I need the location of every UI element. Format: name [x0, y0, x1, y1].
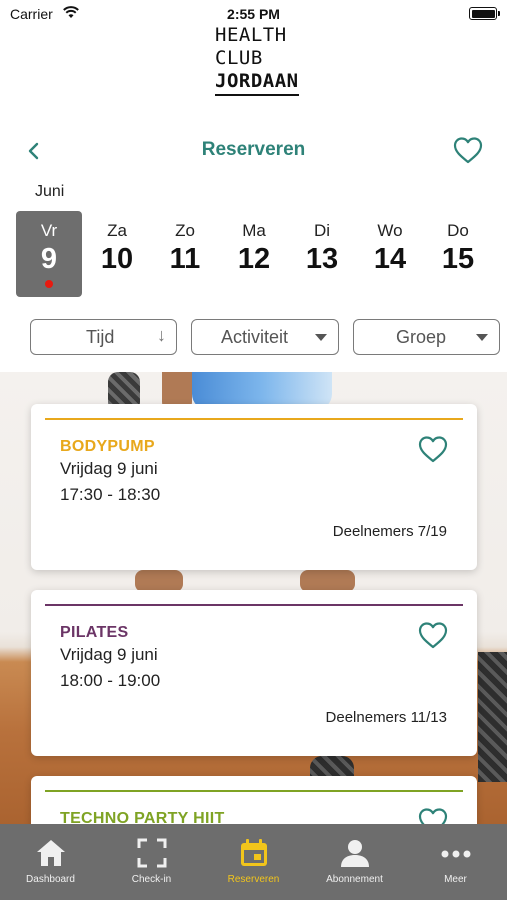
day-sun-11[interactable]: Zo 11 — [152, 211, 218, 297]
more-icon — [441, 850, 471, 858]
scan-icon — [137, 838, 167, 868]
day-tue-13[interactable]: Di 13 — [289, 211, 355, 297]
tab-label: Reserveren — [227, 874, 280, 885]
today-indicator-dot — [45, 280, 53, 288]
class-card-bodypump[interactable]: BODYPUMP Vrijdag 9 juni 17:30 - 18:30 De… — [31, 404, 477, 570]
logo-line-1: HEALTH — [215, 24, 287, 46]
heart-icon — [418, 622, 448, 649]
tab-label: Check-in — [131, 874, 172, 885]
class-time: 18:00 - 19:00 — [60, 671, 161, 690]
tab-check-in[interactable]: Check-in — [101, 824, 202, 900]
day-date: 10 — [100, 243, 134, 275]
class-name: BODYPUMP — [60, 438, 155, 455]
home-icon — [37, 840, 65, 866]
day-name: Wo — [377, 221, 403, 240]
tab-reserveren[interactable]: Reserveren — [203, 824, 304, 900]
person-icon — [341, 840, 369, 867]
arrow-down-icon: ↓ — [157, 325, 166, 345]
day-mon-12[interactable]: Ma 12 — [221, 211, 287, 297]
day-date: 11 — [169, 243, 201, 275]
class-participants: Deelnemers 7/19 — [332, 523, 447, 540]
day-name: Do — [447, 221, 469, 240]
tab-meer[interactable]: Meer — [405, 824, 506, 900]
class-date: Vrijdag 9 juni — [60, 459, 158, 478]
activity-filter[interactable]: Activiteit — [191, 319, 339, 355]
day-date: 12 — [237, 243, 271, 275]
filter-label: Tijd — [86, 327, 115, 347]
day-thu-15[interactable]: Do 15 — [425, 211, 491, 297]
tab-bar: Dashboard Check-in Reserveren Abonnement… — [0, 824, 507, 900]
day-date: 13 — [305, 243, 339, 275]
tab-label: Meer — [444, 874, 467, 885]
class-participants: Deelnemers 11/13 — [325, 709, 447, 726]
day-name: Zo — [175, 221, 195, 240]
page-title: Reserveren — [201, 139, 306, 160]
heart-icon — [418, 436, 448, 463]
favorite-class-button[interactable] — [417, 434, 449, 464]
filter-label: Activiteit — [221, 327, 289, 347]
class-color-line — [45, 418, 463, 420]
day-date: 14 — [373, 243, 407, 275]
logo-line-3: JORDAAN — [215, 70, 299, 96]
status-bar: Carrier 2:55 PM — [0, 0, 507, 26]
logo-line-2: CLUB — [215, 47, 263, 69]
caret-down-icon — [315, 334, 327, 341]
favorites-button[interactable] — [452, 135, 484, 165]
class-time: 17:30 - 18:30 — [60, 485, 161, 504]
day-date: 15 — [441, 243, 475, 275]
class-card-pilates[interactable]: PILATES Vrijdag 9 juni 18:00 - 19:00 Dee… — [31, 590, 477, 756]
group-filter[interactable]: Groep — [353, 319, 500, 355]
time-sort-filter[interactable]: Tijd ↓ — [30, 319, 177, 355]
logo: HEALTH CLUB JORDAAN — [215, 24, 299, 96]
tab-abonnement[interactable]: Abonnement — [304, 824, 405, 900]
day-name: Ma — [242, 221, 266, 240]
class-color-line — [45, 790, 463, 792]
battery-icon — [469, 7, 500, 20]
day-name: Vr — [40, 221, 58, 240]
class-color-line — [45, 604, 463, 606]
calendar-icon — [241, 839, 267, 866]
day-date: 9 — [40, 243, 58, 275]
class-name: PILATES — [60, 624, 129, 641]
heart-icon — [453, 137, 483, 164]
tab-dashboard[interactable]: Dashboard — [0, 824, 101, 900]
day-name: Za — [107, 221, 127, 240]
class-date: Vrijdag 9 juni — [60, 645, 158, 664]
month-label: Juni — [35, 183, 65, 200]
tab-label: Abonnement — [326, 874, 383, 885]
day-sat-10[interactable]: Za 10 — [84, 211, 150, 297]
caret-down-icon — [476, 334, 488, 341]
clock: 2:55 PM — [227, 6, 280, 22]
day-fri-9[interactable]: Vr 9 — [16, 211, 82, 297]
day-wed-14[interactable]: Wo 14 — [357, 211, 423, 297]
filter-label: Groep — [396, 327, 447, 347]
favorite-class-button[interactable] — [417, 620, 449, 650]
tab-label: Dashboard — [26, 874, 75, 885]
day-name: Di — [313, 221, 331, 240]
